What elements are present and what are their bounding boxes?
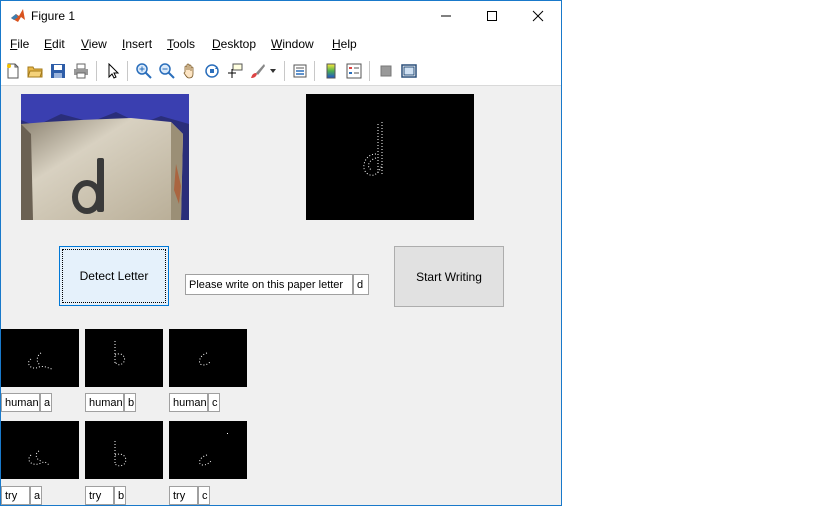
human-letter-image: [28, 352, 54, 370]
legend-icon[interactable]: [344, 61, 364, 81]
edit-plot-arrow-icon[interactable]: [103, 61, 123, 81]
human-letter-field: b: [124, 393, 136, 412]
close-icon: [532, 10, 544, 22]
try-sample-axes-b: [85, 421, 163, 479]
human-label: human: [85, 393, 124, 412]
link-plot-icon[interactable]: [290, 61, 310, 81]
human-label: human: [1, 393, 40, 412]
toolbar-separator: [284, 61, 285, 81]
toolbar-separator: [127, 61, 128, 81]
menu-help[interactable]: Help: [332, 37, 357, 51]
human-label: human: [169, 393, 208, 412]
human-letter-image: [199, 352, 212, 366]
try-sample-axes-c: [169, 421, 247, 479]
save-icon[interactable]: [48, 61, 68, 81]
close-button[interactable]: [515, 1, 561, 31]
camera-frame-image: [21, 94, 189, 220]
try-letter-field: b: [114, 486, 126, 505]
detect-letter-label: Detect Letter: [79, 269, 149, 283]
toolbar-separator: [96, 61, 97, 81]
human-sample-axes-b: [85, 329, 163, 387]
menu-window[interactable]: Window: [271, 37, 314, 51]
try-label: try: [85, 486, 114, 505]
window-title: Figure 1: [31, 9, 76, 23]
figure-toolbar: [1, 57, 561, 86]
colorbar-icon[interactable]: [321, 61, 341, 81]
try-label: try: [169, 486, 198, 505]
menu-file[interactable]: File: [10, 37, 29, 51]
zoom-in-icon[interactable]: [134, 61, 154, 81]
try-letter-image: [28, 450, 50, 466]
figure-window: Figure 1 File Edit View Insert Tools Des…: [0, 0, 562, 506]
data-cursor-icon[interactable]: [225, 61, 245, 81]
human-letter-field: c: [208, 393, 220, 412]
print-icon[interactable]: [71, 61, 91, 81]
detect-letter-button[interactable]: Detect Letter: [59, 246, 169, 306]
menu-view[interactable]: View: [81, 37, 107, 51]
camera-image-axes: [21, 94, 189, 220]
try-sample-axes-a: [1, 421, 79, 479]
figure-canvas: Detect Letter Please write on this paper…: [1, 86, 561, 505]
minimize-button[interactable]: [423, 1, 469, 31]
current-letter-field: d: [353, 274, 369, 295]
show-plot-tools-icon[interactable]: [399, 61, 419, 81]
new-figure-icon[interactable]: [3, 61, 23, 81]
matlab-icon: [11, 9, 25, 22]
human-sample-axes-c: [169, 329, 247, 387]
edge-image-axes: [306, 94, 474, 220]
try-letter-image: [199, 433, 228, 466]
brush-icon[interactable]: [248, 61, 268, 81]
try-letter-field: c: [198, 486, 210, 505]
toolbar-separator: [369, 61, 370, 81]
instruction-text: Please write on this paper letter: [185, 274, 353, 295]
try-letter-image: [114, 441, 127, 467]
try-letter-field: a: [30, 486, 42, 505]
maximize-icon: [487, 11, 497, 21]
start-writing-button[interactable]: Start Writing: [394, 246, 504, 307]
human-letter-field: a: [40, 393, 52, 412]
edge-detection-image: [363, 122, 383, 176]
open-file-icon[interactable]: [25, 61, 45, 81]
brush-dropdown-chevron-down-icon[interactable]: [267, 61, 279, 81]
menu-desktop[interactable]: Desktop: [212, 37, 256, 51]
menu-tools[interactable]: Tools: [167, 37, 195, 51]
zoom-out-icon[interactable]: [157, 61, 177, 81]
human-sample-axes-a: [1, 329, 79, 387]
human-letter-image: [114, 341, 126, 366]
maximize-button[interactable]: [469, 1, 515, 31]
title-bar: Figure 1: [1, 1, 561, 31]
hide-plot-tools-icon[interactable]: [376, 61, 396, 81]
pan-hand-icon[interactable]: [179, 61, 199, 81]
menu-bar: File Edit View Insert Tools Desktop Wind…: [1, 31, 561, 79]
menu-insert[interactable]: Insert: [122, 37, 152, 51]
minimize-icon: [441, 15, 451, 17]
toolbar-separator: [314, 61, 315, 81]
start-writing-label: Start Writing: [416, 269, 482, 284]
try-label: try: [1, 486, 30, 505]
menu-edit[interactable]: Edit: [44, 37, 65, 51]
rotate-3d-icon[interactable]: [202, 61, 222, 81]
